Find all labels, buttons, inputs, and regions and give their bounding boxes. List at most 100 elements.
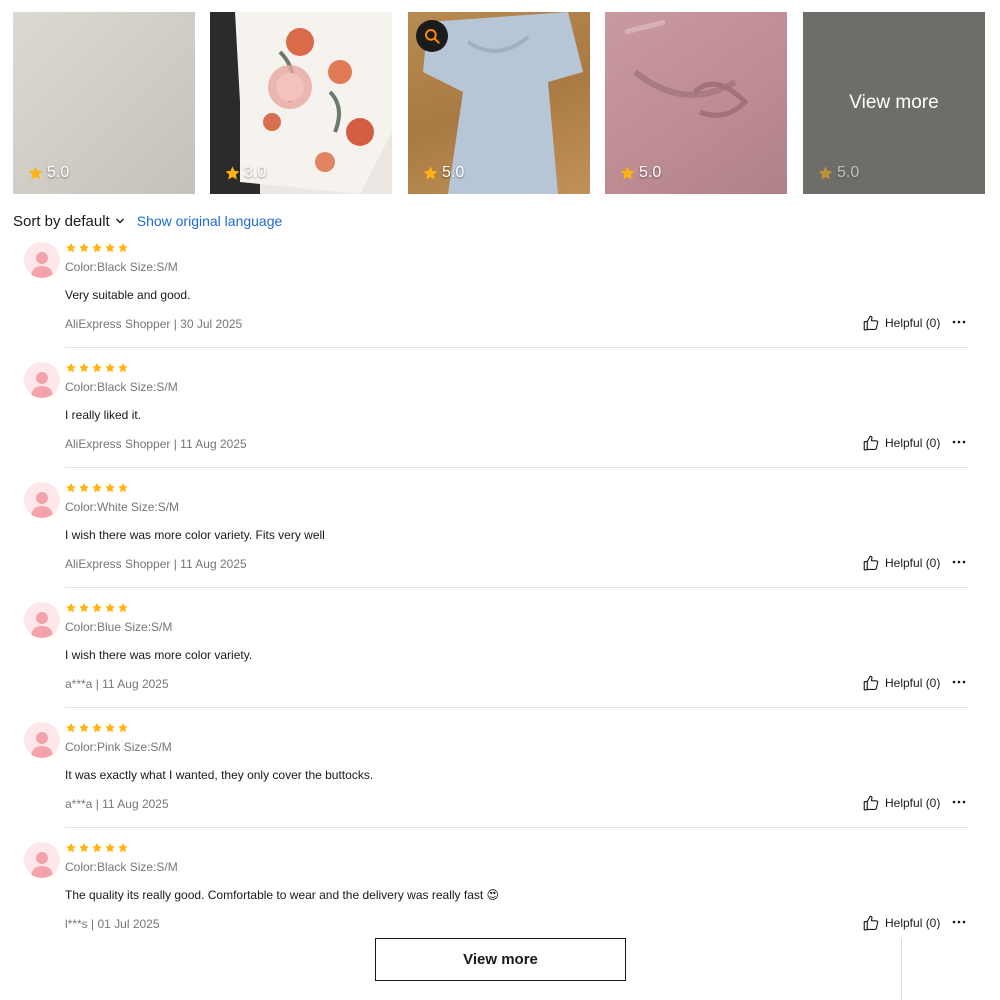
review-meta: a***a | 11 Aug 2025 [65, 677, 169, 691]
show-original-language-link[interactable]: Show original language [137, 213, 283, 229]
photo-rating: 5.0 [422, 164, 464, 182]
review-variant: Color:Black Size:S/M [65, 380, 178, 394]
star-rating [65, 242, 129, 254]
sort-dropdown[interactable]: Sort by default [13, 213, 125, 230]
review-photo-thumbnail[interactable]: 3.0 [210, 12, 392, 194]
star-icon [118, 363, 128, 373]
star-icon [118, 243, 128, 253]
search-icon [425, 29, 440, 44]
photo-rating: 3.0 [224, 164, 266, 182]
star-icon [105, 483, 115, 493]
star-icon [66, 243, 76, 253]
helpful-button[interactable]: Helpful (0) [862, 554, 940, 572]
photo-rating: 5.0 [817, 164, 859, 182]
star-icon [225, 165, 240, 179]
helpful-button[interactable]: Helpful (0) [862, 914, 940, 932]
star-icon [79, 243, 89, 253]
review-photo-gallery: 5.0 3.0 5.0 5.0 View more 5.0 [13, 12, 987, 194]
avatar [24, 722, 60, 758]
star-icon [105, 843, 115, 853]
chevron-down-icon [115, 218, 124, 224]
star-icon [66, 843, 76, 853]
star-icon [79, 603, 89, 613]
review-photo-thumbnail[interactable]: 5.0 [605, 12, 787, 194]
star-icon [118, 723, 128, 733]
review-photo-thumbnail[interactable]: 5.0 [408, 12, 590, 194]
review-item: Color:White Size:S/M I wish there was mo… [0, 476, 1000, 596]
review-meta: a***a | 11 Aug 2025 [65, 797, 169, 811]
review-variant: Color:Blue Size:S/M [65, 620, 173, 634]
more-dots-icon [952, 440, 966, 444]
divider [65, 347, 968, 348]
more-dots-icon [952, 800, 966, 804]
star-rating [65, 602, 129, 614]
star-icon [105, 363, 115, 373]
star-icon [118, 483, 128, 493]
helpful-button[interactable]: Helpful (0) [862, 434, 940, 452]
review-item: Color:Pink Size:S/M It was exactly what … [0, 716, 1000, 836]
zoom-button[interactable] [416, 20, 448, 52]
star-icon [620, 165, 635, 179]
photo-rating: 5.0 [619, 164, 661, 182]
star-icon [66, 723, 76, 733]
review-text: Very suitable and good. [65, 288, 191, 302]
helpful-button[interactable]: Helpful (0) [862, 674, 940, 692]
review-item: Color:Blue Size:S/M I wish there was mor… [0, 596, 1000, 716]
star-icon [423, 165, 438, 179]
more-dots-icon [952, 920, 966, 924]
star-icon [79, 723, 89, 733]
divider [65, 467, 968, 468]
user-avatar-icon [31, 732, 53, 758]
user-avatar-icon [31, 492, 53, 518]
more-options-button[interactable] [951, 554, 967, 570]
thumbs-up-icon [863, 675, 879, 691]
more-options-button[interactable] [951, 794, 967, 810]
star-icon [28, 165, 43, 179]
divider [65, 827, 968, 828]
photo-rating: 5.0 [27, 164, 69, 182]
review-text: The quality its really good. Comfortable… [65, 888, 500, 902]
helpful-button[interactable]: Helpful (0) [862, 794, 940, 812]
star-icon [118, 843, 128, 853]
divider [65, 587, 968, 588]
star-rating [65, 362, 129, 374]
star-icon [92, 603, 102, 613]
avatar [24, 842, 60, 878]
star-icon [105, 603, 115, 613]
review-photo-thumbnail[interactable]: 5.0 [13, 12, 195, 194]
review-item: Color:Black Size:S/M Very suitable and g… [0, 236, 1000, 356]
thumbs-up-icon [863, 795, 879, 811]
more-options-button[interactable] [951, 674, 967, 690]
star-icon [66, 483, 76, 493]
star-icon [105, 243, 115, 253]
more-options-button[interactable] [951, 314, 967, 330]
star-icon [92, 843, 102, 853]
review-meta: AliExpress Shopper | 11 Aug 2025 [65, 557, 247, 571]
star-icon [92, 243, 102, 253]
review-meta: AliExpress Shopper | 30 Jul 2025 [65, 317, 243, 331]
user-avatar-icon [31, 612, 53, 638]
view-more-photos[interactable]: View more 5.0 [803, 12, 985, 194]
more-options-button[interactable] [951, 434, 967, 450]
star-icon [79, 483, 89, 493]
star-rating [65, 842, 129, 854]
review-text: I wish there was more color variety. Fit… [65, 528, 325, 542]
thumbs-up-icon [863, 915, 879, 931]
helpful-button[interactable]: Helpful (0) [862, 314, 940, 332]
more-options-button[interactable] [951, 914, 967, 930]
more-dots-icon [952, 560, 966, 564]
star-icon [79, 363, 89, 373]
star-icon [66, 603, 76, 613]
star-rating [65, 482, 129, 494]
star-icon [92, 483, 102, 493]
sort-label: Sort by default [13, 212, 110, 230]
divider [65, 707, 968, 708]
more-dots-icon [952, 320, 966, 324]
thumbs-up-icon [863, 315, 879, 331]
review-text: It was exactly what I wanted, they only … [65, 768, 374, 782]
star-icon [92, 723, 102, 733]
thumbs-up-icon [863, 435, 879, 451]
user-avatar-icon [31, 852, 53, 878]
star-icon [66, 363, 76, 373]
view-more-button[interactable]: View more [375, 938, 626, 981]
